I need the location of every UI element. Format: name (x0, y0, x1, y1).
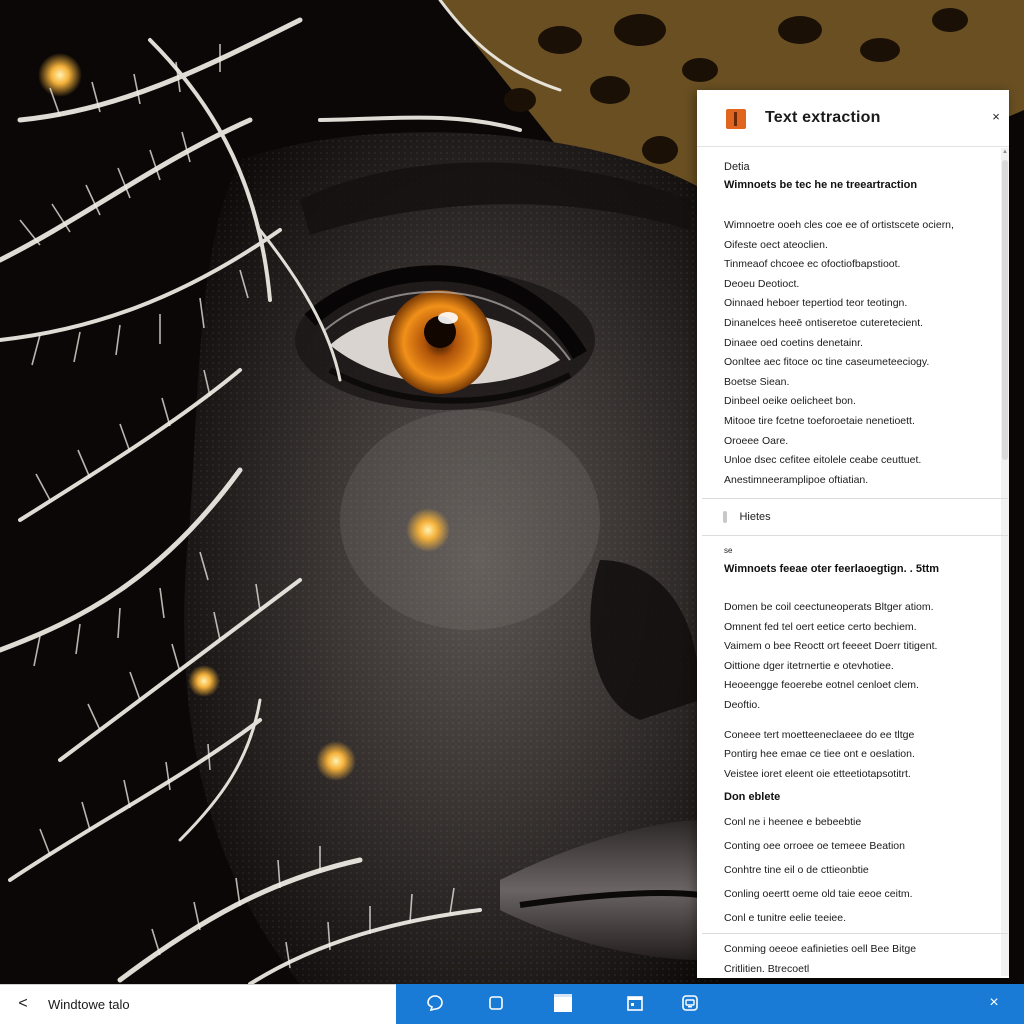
text-line: Dinbeel oeike oelicheet bon. (724, 395, 856, 408)
scroll-up-icon[interactable]: ▲ (1001, 148, 1009, 156)
section-label: se (724, 546, 733, 555)
text-line: Conming oeeoe eafinieties oell Bee Bitge (724, 943, 917, 955)
text-line: Oroeee Oare. (724, 434, 789, 447)
taskbar-actions: × (396, 984, 1024, 1024)
section-title: Wimnoets be tec he ne treeartraction (724, 179, 918, 191)
text-line: Boetse Siean. (724, 375, 790, 388)
text-line: Conl e tunitre eelie teeiee. (724, 912, 846, 925)
text-line: Deoeu Deotioct. (724, 277, 800, 290)
notes-toggle[interactable]: Hietes (723, 508, 771, 528)
section-lines: Conming oeeoe eafinieties oell Bee Bitge… (724, 940, 996, 978)
text-line: Domen be coil ceectuneoperats Bltger ati… (724, 601, 934, 613)
text-line: Wimnoetre ooeh cles coe ee of ortistscet… (724, 219, 954, 231)
divider (702, 535, 1008, 536)
text-line: Omnent fed tel oert eetice certo bechiem… (724, 620, 917, 633)
back-button[interactable]: < (14, 995, 32, 1013)
divider (702, 933, 1008, 934)
chat-icon[interactable] (426, 994, 444, 1012)
window-icon[interactable] (553, 993, 573, 1013)
text-line: Heoeengge feoerebe eotnel cenloet clem. (724, 679, 919, 692)
section-label: Detia (724, 161, 750, 173)
text-line: Conting oee orroee oe temeee Beation (724, 840, 905, 853)
text-line: Tinmeaof chcoee ec ofoctiofbapstioot. (724, 258, 901, 271)
text-line: Critlitien. Btrecoetl (724, 962, 810, 975)
section-lines: Coneee tert moetteeneclaeee do ee tltge P… (724, 726, 996, 785)
text-line: Conl ne i heenee e bebeebtie (724, 816, 862, 829)
panel-close-button[interactable]: × (987, 108, 1005, 126)
text-extraction-panel: Text extraction × ▲ Detia Wimnoets be te… (697, 90, 1009, 978)
divider (702, 498, 1008, 499)
text-line: Anestimneeramplipoe oftiatian. (724, 473, 869, 486)
text-line: Oifeste oect ateoclien. (724, 238, 828, 251)
notes-toggle-label: Hietes (739, 510, 771, 523)
text-line: Conhtre tine eil o de cttieonbtie (724, 864, 869, 877)
section-subtitle: Don eblete (724, 791, 781, 804)
panel-scrollbar[interactable]: ▲ (1001, 148, 1009, 976)
section-notes: se Wimnoets feeae oter feerlaoegtign. . … (724, 544, 996, 930)
text-line: Conling oeertt oeme old taie eeoe ceitm. (724, 888, 913, 901)
section-details: Detia Wimnoets be tec he ne treeartracti… (724, 160, 996, 490)
text-line: Deoftio. (724, 698, 761, 711)
taskbar-left: < Windtowe talo (0, 984, 396, 1024)
app-logo-icon (726, 109, 746, 129)
text-line: Pontirg hee emae ce tiee ont e oeslation… (724, 748, 915, 761)
taskbar-title: Windtowe talo (48, 997, 130, 1012)
text-line: Oinnaed heboer tepertiod teor teotingn. (724, 297, 908, 310)
text-line: Coneee tert moetteeneclaeee do ee tltge (724, 728, 915, 741)
panel-header: Text extraction × (697, 90, 1009, 147)
text-line: Dinaee oed coetins denetainr. (724, 336, 863, 349)
scrollbar-thumb[interactable] (1002, 160, 1008, 460)
screen: Text extraction × ▲ Detia Wimnoets be te… (0, 0, 1024, 1024)
text-line: Unloe dsec cefitee eitolele ceabe ceuttu… (724, 454, 922, 467)
section-footer: Conming oeeoe eafinieties oell Bee Bitge… (724, 940, 996, 978)
section-lines: Wimnoetre ooeh cles coe ee of ortistscet… (724, 216, 996, 490)
calendar-icon[interactable] (626, 994, 644, 1012)
section-lines: Conl ne i heenee e bebeebtie Conting oee … (724, 810, 996, 930)
text-line: Oittione dger itetrnertie e otevhotiee. (724, 659, 894, 672)
settings-app-icon[interactable] (681, 994, 699, 1012)
text-line: Veistee ioret eleent oie etteetiotapsoti… (724, 767, 911, 780)
panel-title: Text extraction (765, 109, 881, 126)
text-line: Dinanelces heeē ontiseretoe cuteretecien… (724, 316, 924, 329)
taskbar-close-button[interactable]: × (984, 993, 1004, 1013)
text-line: Oonltee aec fitoce oc tine caseumeteecio… (724, 356, 930, 369)
square-icon[interactable] (487, 994, 505, 1012)
section-title: Wimnoets feeae oter feerlaoegtign. . 5tt… (724, 563, 940, 575)
text-line: Vaimem o bee Reoctt ort feeeet Doerr tit… (724, 640, 938, 653)
expand-handle-icon (723, 510, 727, 523)
section-lines: Domen be coil ceectuneoperats Bltger ati… (724, 598, 996, 716)
text-line: Mitooe tire fcetne toeforoetaie nenetioe… (724, 414, 915, 427)
taskbar: < Windtowe talo × (0, 984, 1024, 1024)
